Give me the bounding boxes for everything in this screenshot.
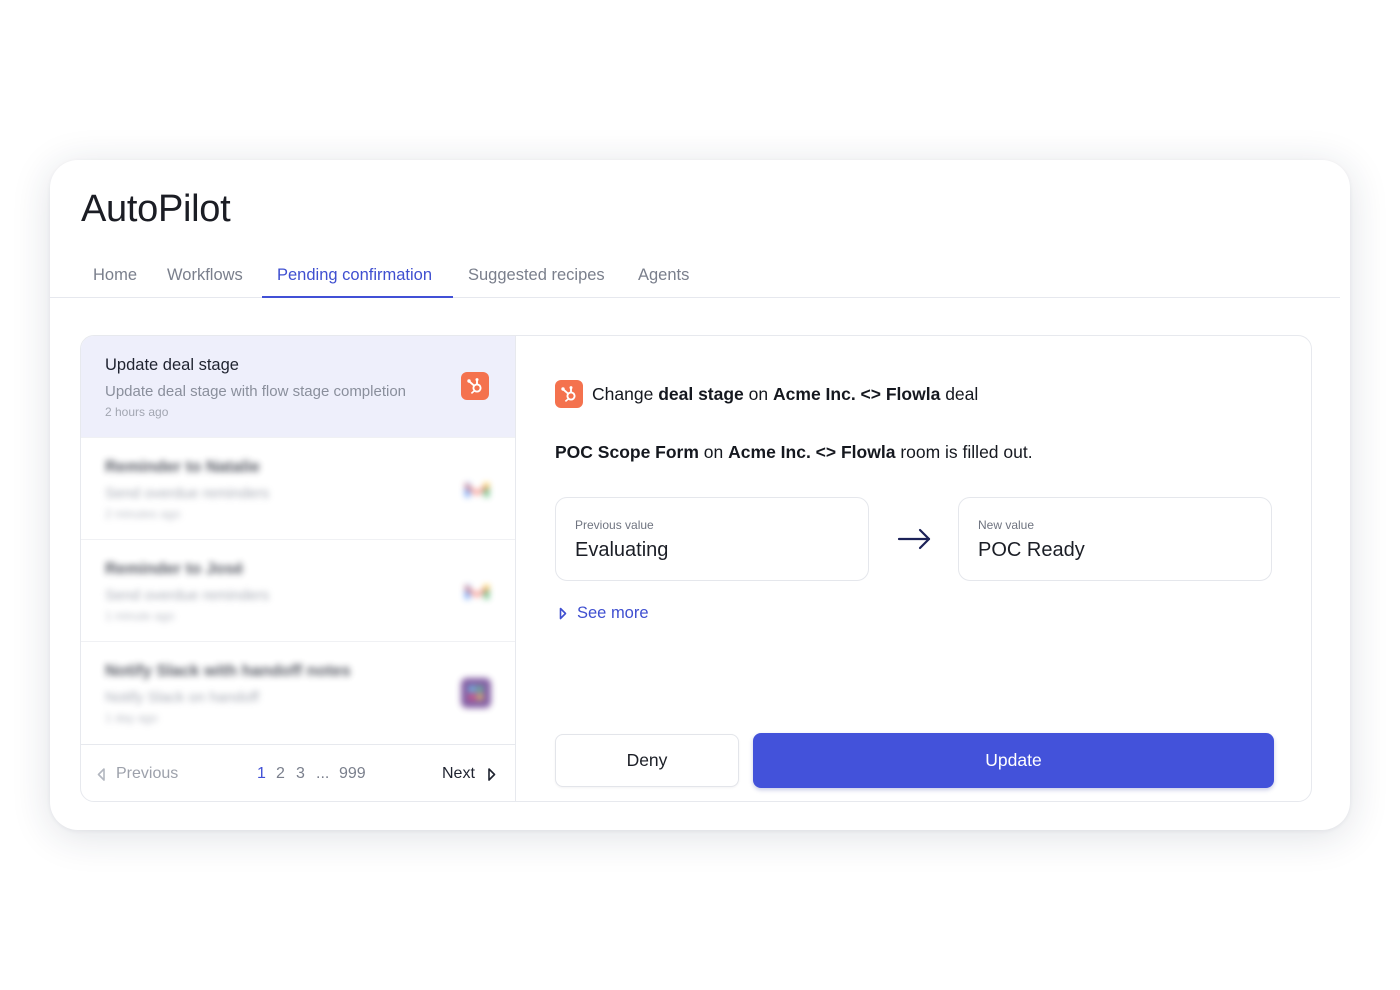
new-value: POC Ready xyxy=(978,539,1085,561)
autopilot-card: AutoPilot Home Workflows Pending confirm… xyxy=(50,160,1350,830)
list-item-title: Reminder to Natalie xyxy=(105,458,260,476)
list-item[interactable]: Update deal stage Update deal stage with… xyxy=(81,336,515,438)
tab-suggested-recipes[interactable]: Suggested recipes xyxy=(468,266,605,285)
change-text: Change deal stage on Acme Inc. <> Flowla… xyxy=(592,384,978,405)
detail-pane: Change deal stage on Acme Inc. <> Flowla… xyxy=(517,336,1311,801)
new-value-box: New value POC Ready xyxy=(958,497,1272,581)
page-2[interactable]: 2 xyxy=(276,765,285,783)
page-3[interactable]: 3 xyxy=(296,765,305,783)
change-field: deal stage xyxy=(658,383,744,404)
hubspot-icon xyxy=(555,380,583,408)
trigger-form: POC Scope Form xyxy=(555,442,699,462)
deny-button[interactable]: Deny xyxy=(555,734,739,787)
list-item-subtitle: Update deal stage with flow stage comple… xyxy=(105,383,407,400)
page-999[interactable]: 999 xyxy=(339,765,366,783)
previous-label: Previous xyxy=(116,765,179,782)
tab-agents[interactable]: Agents xyxy=(638,266,689,285)
chevron-left-icon xyxy=(97,767,105,781)
page-ellipsis: ... xyxy=(316,765,330,782)
tab-home[interactable]: Home xyxy=(93,266,137,285)
new-value-label: New value xyxy=(978,518,1035,532)
list-item-time: 1 minute ago xyxy=(105,609,175,623)
trigger-target: Acme Inc. <> Flowla xyxy=(728,442,896,462)
list-item-subtitle: Send overdue reminders xyxy=(105,485,270,502)
list-item-subtitle: Notify Slack on handoff xyxy=(105,689,259,706)
list-item[interactable]: Reminder to José Send overdue reminders … xyxy=(81,540,515,642)
change-prefix: Change xyxy=(592,383,654,404)
slack-icon xyxy=(461,678,491,708)
list-item-title: Update deal stage xyxy=(105,356,239,374)
next-page-button[interactable]: Next xyxy=(442,765,496,783)
change-on: on xyxy=(748,383,769,404)
page-title: AutoPilot xyxy=(81,188,231,230)
see-more-toggle[interactable]: See more xyxy=(559,604,649,623)
update-button[interactable]: Update xyxy=(753,733,1274,788)
previous-value: Evaluating xyxy=(575,539,669,561)
page-1[interactable]: 1 xyxy=(257,765,266,783)
list-item-time: 2 minutes ago xyxy=(105,507,181,521)
tab-pending-confirmation[interactable]: Pending confirmation xyxy=(277,266,432,285)
list-item-time: 1 day ago xyxy=(105,711,158,725)
tab-workflows[interactable]: Workflows xyxy=(167,266,243,285)
list-item-title: Notify Slack with handoff notes xyxy=(105,662,351,680)
arrow-right-icon xyxy=(897,526,933,557)
change-suffix: deal xyxy=(945,383,979,404)
hubspot-icon xyxy=(461,372,491,402)
pagination: Previous 1 2 3 ... 999 Next xyxy=(81,744,515,801)
next-label: Next xyxy=(442,765,475,782)
list-item[interactable]: Reminder to Natalie Send overdue reminde… xyxy=(81,438,515,540)
list-item-time: 2 hours ago xyxy=(105,405,169,419)
trigger-suffix: room is filled out. xyxy=(900,442,1033,462)
previous-page-button[interactable]: Previous xyxy=(97,765,178,783)
gmail-icon xyxy=(461,576,491,606)
change-target: Acme Inc. <> Flowla xyxy=(773,383,941,404)
chevron-right-icon xyxy=(559,607,567,620)
pending-list: Update deal stage Update deal stage with… xyxy=(81,336,516,801)
list-item-title: Reminder to José xyxy=(105,560,244,578)
previous-value-box: Previous value Evaluating xyxy=(555,497,869,581)
list-item-subtitle: Send overdue reminders xyxy=(105,587,270,604)
active-tab-indicator xyxy=(262,296,453,298)
trigger-summary: POC Scope Form on Acme Inc. <> Flowla ro… xyxy=(555,442,1033,463)
chevron-right-icon xyxy=(488,767,496,781)
confirmation-panel: Update deal stage Update deal stage with… xyxy=(80,335,1312,802)
change-summary: Change deal stage on Acme Inc. <> Flowla… xyxy=(555,380,978,408)
tab-bar: Home Workflows Pending confirmation Sugg… xyxy=(50,252,1340,298)
gmail-icon xyxy=(461,474,491,504)
list-item[interactable]: Notify Slack with handoff notes Notify S… xyxy=(81,642,515,744)
see-more-label: See more xyxy=(577,604,649,622)
trigger-on: on xyxy=(703,442,724,462)
previous-value-label: Previous value xyxy=(575,518,654,532)
